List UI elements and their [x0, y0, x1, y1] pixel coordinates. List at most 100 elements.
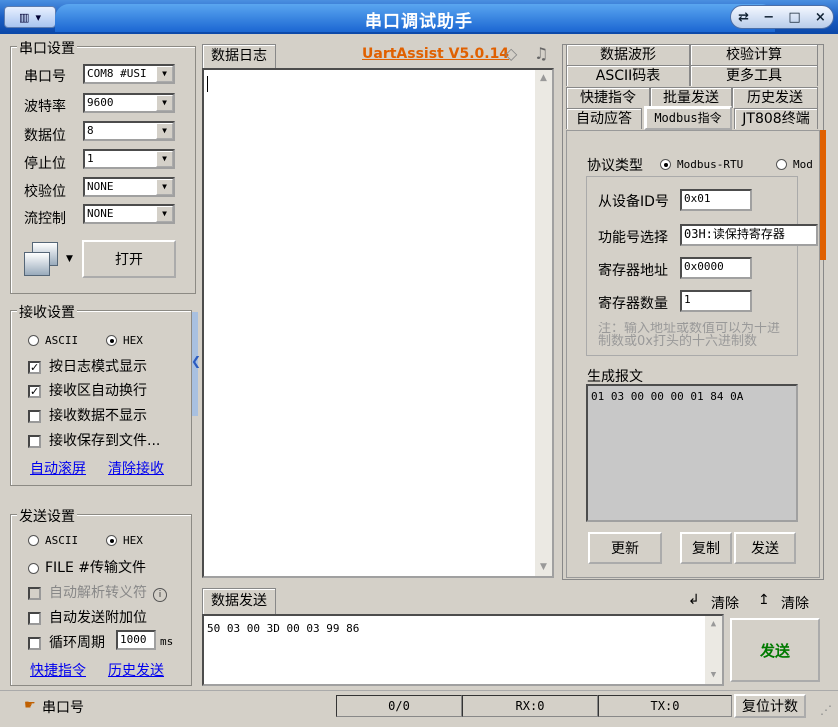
tab-more-tools[interactable]: 更多工具 — [690, 65, 818, 86]
chevron-left-icon[interactable]: ❮ — [191, 354, 201, 368]
port-status-icon: ☛ — [24, 698, 36, 713]
status-port-label: 串口号 — [42, 700, 84, 716]
copy-button[interactable]: 复制 — [680, 532, 732, 564]
auto-wrap-label: 接收区自动换行 — [49, 383, 147, 399]
flow-label: 流控制 — [24, 211, 66, 227]
tab-auto-reply[interactable]: 自动应答 — [566, 108, 642, 129]
close-button[interactable]: × — [815, 10, 826, 25]
diamond-icon[interactable]: ◇ — [505, 44, 517, 63]
slave-id-input[interactable]: 0x01 — [680, 189, 752, 211]
chevron-down-icon: ▼ — [156, 151, 173, 167]
function-select[interactable]: 03H:读保持寄存器 — [680, 224, 818, 246]
reg-addr-value: 0x0000 — [684, 260, 724, 273]
stopbits-select[interactable]: 1 ▼ — [83, 149, 175, 169]
data-log-area[interactable]: ▲ ▼ — [202, 68, 554, 578]
send-hex-radio[interactable]: HEX — [106, 532, 143, 548]
update-button[interactable]: 更新 — [588, 532, 662, 564]
receive-ascii-label: ASCII — [45, 334, 79, 347]
clear-receive-link[interactable]: 清除接收 — [108, 458, 164, 478]
databits-select[interactable]: 8 ▼ — [83, 121, 175, 141]
flow-select-value: NONE — [87, 207, 114, 220]
send-button[interactable]: 发送 — [730, 618, 820, 682]
send-ascii-label: ASCII — [45, 534, 79, 547]
resize-grip-icon[interactable]: ⋰ — [820, 703, 832, 717]
send-settings-title: 发送设置 — [17, 506, 77, 526]
tab-waveform[interactable]: 数据波形 — [566, 44, 690, 65]
log-scrollbar[interactable]: ▲ ▼ — [535, 70, 552, 576]
chevron-down-icon: ▼ — [156, 66, 173, 82]
port-icon[interactable]: ▼ — [24, 242, 74, 278]
scroll-up-icon[interactable]: ▲ — [705, 616, 722, 633]
log-mode-checkbox[interactable]: ✓ 按日志模式显示 — [28, 356, 147, 376]
generated-label: 生成报文 — [587, 369, 643, 385]
shortcut-link[interactable]: 快捷指令 — [30, 660, 86, 680]
window-controls: ⇄ − □ × — [730, 5, 834, 29]
history-link[interactable]: 历史发送 — [108, 660, 164, 680]
receive-hex-label: HEX — [123, 334, 143, 347]
no-display-label: 接收数据不显示 — [49, 408, 147, 424]
clear-up-icon[interactable]: ↥ — [758, 592, 770, 608]
append-bit-checkbox[interactable]: 自动发送附加位 — [28, 607, 147, 627]
protocol-label: 协议类型 — [587, 158, 643, 174]
generated-message-box[interactable]: 01 03 00 00 00 01 84 0A — [586, 384, 798, 522]
auto-wrap-checkbox[interactable]: ✓ 接收区自动换行 — [28, 380, 147, 400]
tab-ascii-table[interactable]: ASCII码表 — [566, 65, 690, 86]
tab-shortcut[interactable]: 快捷指令 — [566, 87, 650, 108]
bell-icon[interactable]: ♫ — [534, 44, 548, 63]
protocol-rtu-label: Modbus-RTU — [677, 158, 744, 171]
serial-settings-title: 串口设置 — [17, 38, 77, 58]
save-file-checkbox[interactable]: 接收保存到文件... — [28, 430, 160, 450]
databits-label: 数据位 — [24, 128, 66, 144]
data-log-tab[interactable]: 数据日志 — [202, 44, 276, 68]
open-port-button[interactable]: 打开 — [82, 240, 176, 278]
tab-batch-send[interactable]: 批量发送 — [650, 87, 732, 108]
reset-count-button[interactable]: 复位计数 — [734, 694, 806, 718]
clear-up-button[interactable]: 清除 — [781, 593, 809, 613]
send-scrollbar[interactable]: ▲ ▼ — [705, 616, 722, 684]
clear-send-button[interactable]: 清除 — [711, 593, 739, 613]
flow-select[interactable]: NONE ▼ — [83, 204, 175, 224]
data-send-input[interactable]: 50 03 00 3D 00 03 99 86 ▲ ▼ — [202, 614, 724, 686]
modbus-send-button[interactable]: 发送 — [734, 532, 796, 564]
no-display-checkbox[interactable]: 接收数据不显示 — [28, 405, 147, 425]
info-icon[interactable]: i — [153, 588, 167, 602]
minimize-button[interactable]: − — [763, 10, 774, 25]
restore-icon[interactable]: ⇄ — [738, 10, 749, 25]
maximize-button[interactable]: □ — [788, 10, 800, 25]
scroll-down-icon[interactable]: ▼ — [705, 667, 722, 684]
brand-link[interactable]: UartAssist V5.0.14 — [362, 46, 509, 62]
tab-jt808[interactable]: JT808终端 — [734, 108, 818, 129]
append-bit-label: 自动发送附加位 — [49, 610, 147, 626]
databits-select-value: 8 — [87, 124, 94, 137]
reg-count-value: 1 — [684, 293, 691, 306]
tab-history-send[interactable]: 历史发送 — [732, 87, 818, 108]
loop-period-input[interactable]: 1000 — [116, 630, 156, 650]
loop-period-value: 1000 — [120, 633, 147, 646]
tab-checksum[interactable]: 校验计算 — [690, 44, 818, 65]
receive-hex-radio[interactable]: HEX — [106, 332, 143, 348]
modbus-note: 注：输入地址或数值可以为十进制数或0x打头的十六进制数 — [598, 322, 781, 349]
scroll-down-icon[interactable]: ▼ — [535, 559, 552, 576]
baud-select[interactable]: 9600 ▼ — [83, 93, 175, 113]
protocol-rtu-radio[interactable]: Modbus-RTU — [660, 156, 743, 172]
loop-checkbox[interactable]: 循环周期 — [28, 632, 105, 652]
auto-scroll-link[interactable]: 自动滚屏 — [30, 458, 86, 478]
parity-select[interactable]: NONE ▼ — [83, 177, 175, 197]
tab-modbus[interactable]: Modbus指令 — [644, 106, 732, 130]
reg-addr-input[interactable]: 0x0000 — [680, 257, 752, 279]
scroll-up-icon[interactable]: ▲ — [535, 70, 552, 87]
receive-ascii-radio[interactable]: ASCII — [28, 332, 78, 348]
port-select-value: COM8 #USI — [87, 67, 147, 80]
auto-parse-checkbox[interactable]: 自动解析转义符 i — [28, 582, 167, 602]
right-scrollbar[interactable] — [820, 130, 826, 260]
clear-send-icon[interactable]: ↲ — [688, 592, 700, 608]
reg-count-input[interactable]: 1 — [680, 290, 752, 312]
loop-unit: ms — [160, 635, 174, 648]
data-send-tab[interactable]: 数据发送 — [202, 588, 276, 614]
port-select[interactable]: COM8 #USI ▼ — [83, 64, 175, 84]
text-cursor — [207, 76, 208, 92]
auto-parse-label: 自动解析转义符 — [49, 585, 147, 601]
send-file-radio[interactable]: FILE #传输文件 — [28, 557, 146, 577]
protocol-other-radio[interactable]: Mod — [776, 156, 813, 172]
send-ascii-radio[interactable]: ASCII — [28, 532, 78, 548]
